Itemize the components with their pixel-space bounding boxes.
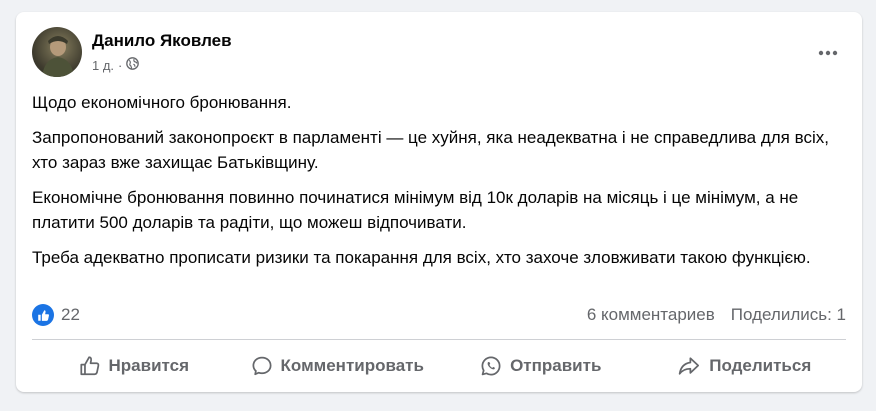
post-paragraph: Треба адекватно прописати ризики та пока… xyxy=(32,248,811,267)
like-button-label: Нравится xyxy=(108,356,190,375)
post-card: Данило Яковлев 1 д. · Щодо економічного … xyxy=(16,12,862,392)
post-body: Щодо економічного бронювання. Запропонов… xyxy=(32,90,846,280)
send-button-label: Отправить xyxy=(510,356,602,375)
send-button[interactable]: Отправить xyxy=(439,346,643,386)
share-button-label: Поделиться xyxy=(709,356,812,375)
comment-button-label: Комментировать xyxy=(280,356,424,375)
meta-separator: · xyxy=(118,57,123,73)
like-icon xyxy=(32,304,54,326)
comment-button[interactable]: Комментировать xyxy=(236,346,440,386)
action-bar: Нравится Комментировать Отправить Подели… xyxy=(32,346,846,386)
share-button[interactable]: Поделиться xyxy=(643,346,847,386)
comments-count[interactable]: 6 комментариев xyxy=(587,305,715,325)
post-paragraph: Економічне бронювання повинно починатися… xyxy=(32,188,799,232)
stats-right: 6 комментариев Поделились: 1 xyxy=(587,305,846,325)
share-icon xyxy=(679,357,700,375)
post-stats: 22 6 комментариев Поделились: 1 xyxy=(32,302,846,328)
reaction-count: 22 xyxy=(61,305,80,324)
thumbs-up-icon xyxy=(79,356,99,376)
globe-icon xyxy=(126,57,140,73)
author-name[interactable]: Данило Яковлев xyxy=(92,31,232,51)
like-button[interactable]: Нравится xyxy=(32,346,236,386)
more-horizontal-icon xyxy=(818,50,838,56)
reactions-summary[interactable]: 22 xyxy=(32,304,80,326)
post-paragraph: Запропонований законопроєкт в парламенті… xyxy=(32,128,829,172)
timestamp[interactable]: 1 д. xyxy=(92,58,114,73)
avatar-photo xyxy=(42,36,74,77)
more-options-button[interactable] xyxy=(810,35,846,71)
whatsapp-icon xyxy=(481,356,501,376)
post-meta: 1 д. · xyxy=(92,57,140,73)
avatar[interactable] xyxy=(32,27,82,77)
post-paragraph: Щодо економічного бронювання. xyxy=(32,93,292,112)
shares-count[interactable]: Поделились: 1 xyxy=(731,305,846,325)
post-header: Данило Яковлев 1 д. · xyxy=(32,27,846,79)
divider xyxy=(32,339,846,340)
comment-icon xyxy=(252,356,272,376)
